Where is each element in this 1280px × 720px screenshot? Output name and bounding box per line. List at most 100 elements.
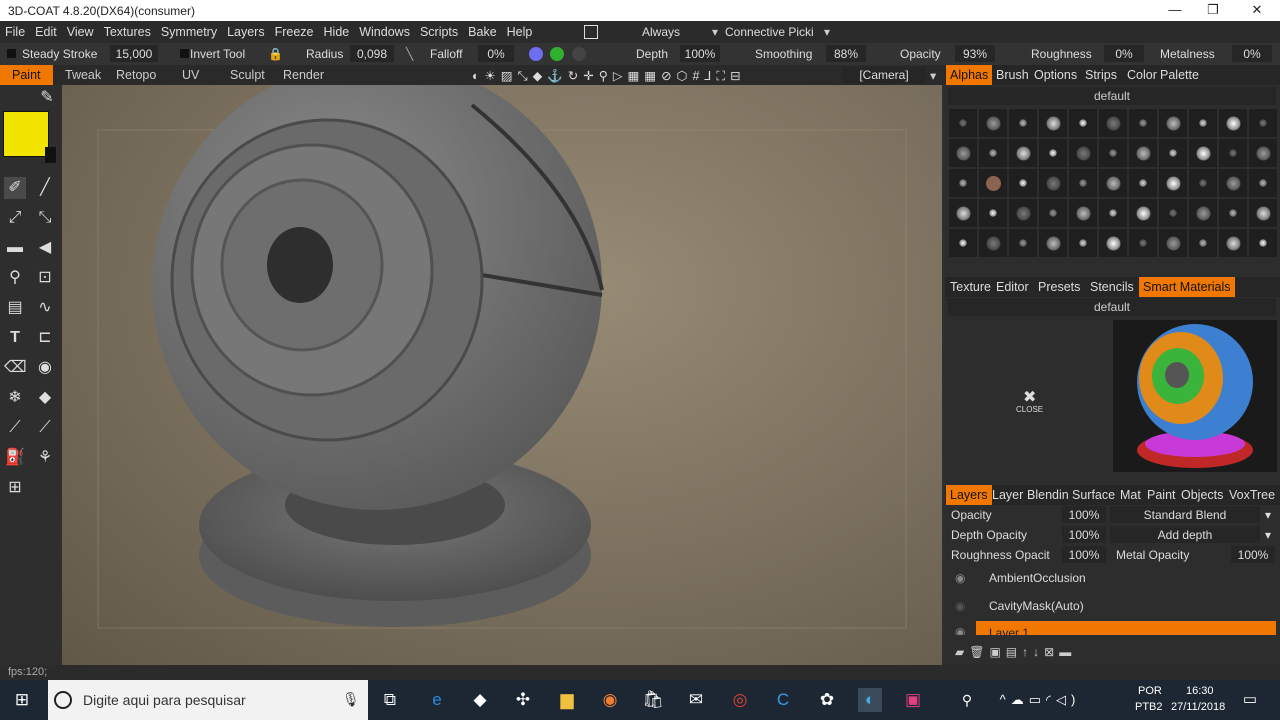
tab-layer[interactable]: Layer xyxy=(992,488,1023,502)
alpha-thumbnail[interactable] xyxy=(1159,169,1187,197)
alpha-thumbnail[interactable] xyxy=(1099,109,1127,137)
always-dropdown[interactable]: Always xyxy=(642,25,680,39)
picker-tool-icon[interactable]: ⟋ xyxy=(4,417,26,439)
3dcoat-icon[interactable]: ◐ xyxy=(858,688,882,712)
airbrush-tool-icon[interactable]: ⤢ xyxy=(4,207,26,229)
alpha-thumbnail[interactable] xyxy=(1069,169,1097,197)
alpha-thumbnail[interactable] xyxy=(1249,199,1277,227)
chrome-icon[interactable]: ◎ xyxy=(728,688,752,712)
blender-icon[interactable]: ◉ xyxy=(598,688,622,712)
alpha-thumbnail[interactable] xyxy=(1159,199,1187,227)
alpha-thumbnail[interactable] xyxy=(949,169,977,197)
menu-freeze[interactable]: Freeze xyxy=(270,21,319,43)
alpha-thumbnail[interactable] xyxy=(1069,229,1097,257)
opacity-input[interactable]: 93% xyxy=(955,45,995,62)
tab-paint-layers[interactable]: Paint xyxy=(1147,488,1176,502)
tab-mat[interactable]: Mat xyxy=(1120,488,1141,502)
alpha-thumbnail[interactable] xyxy=(1009,169,1037,197)
color-sphere-icon[interactable] xyxy=(550,47,564,61)
mail-icon[interactable]: ✉ xyxy=(684,688,708,712)
tab-strips[interactable]: Strips xyxy=(1085,68,1117,82)
ccleaner-icon[interactable]: C xyxy=(771,688,795,712)
alpha-thumbnail[interactable] xyxy=(949,229,977,257)
tab-options[interactable]: Options xyxy=(1034,68,1077,82)
alpha-thumbnail[interactable] xyxy=(1189,139,1217,167)
stamp-tool-icon[interactable]: ⚲ xyxy=(4,267,26,289)
alpha-thumbnail[interactable] xyxy=(1009,229,1037,257)
alpha-thumbnail[interactable] xyxy=(1219,169,1247,197)
store-icon[interactable]: 🛍 xyxy=(641,688,665,712)
alpha-thumbnail[interactable] xyxy=(1249,229,1277,257)
alpha-thumbnail[interactable] xyxy=(1189,229,1217,257)
clock-date[interactable]: 27/11/2018 xyxy=(1171,701,1225,713)
butterfly-tool-icon[interactable]: ⚘ xyxy=(34,447,56,469)
alpha-thumbnail[interactable] xyxy=(1129,109,1157,137)
tab-editor[interactable]: Editor xyxy=(996,280,1029,294)
alpha-thumbnail[interactable] xyxy=(1069,109,1097,137)
alpha-thumbnail[interactable] xyxy=(1009,139,1037,167)
falloff-input[interactable]: 0% xyxy=(478,45,514,62)
pen-pressure-icon[interactable]: 🔒 xyxy=(268,47,283,61)
windows-start-icon[interactable]: ⊞ xyxy=(10,688,34,712)
alpha-thumbnail[interactable] xyxy=(1249,109,1277,137)
tab-render[interactable]: Render xyxy=(283,68,324,82)
alpha-thumbnail[interactable] xyxy=(979,139,1007,167)
menu-file[interactable]: File xyxy=(0,21,30,43)
depth-opacity-input[interactable]: 100% xyxy=(1062,526,1106,543)
alpha-thumbnail[interactable] xyxy=(1189,169,1217,197)
alpha-thumbnail[interactable] xyxy=(979,199,1007,227)
system-tray-icons[interactable]: ^☁▭◜◁) xyxy=(990,688,1090,712)
metal-opacity-input[interactable]: 100% xyxy=(1231,546,1275,563)
page-tool-icon[interactable]: ▤ xyxy=(4,297,26,319)
eye-icon[interactable]: ◉ xyxy=(955,571,965,585)
tab-presets[interactable]: Presets xyxy=(1038,280,1080,294)
menu-view[interactable]: View xyxy=(62,21,99,43)
alpha-thumbnail[interactable] xyxy=(1189,199,1217,227)
alpha-thumbnail[interactable] xyxy=(979,229,1007,257)
always-checkbox[interactable] xyxy=(584,25,598,39)
brush-icon[interactable]: ✎ xyxy=(36,87,58,109)
eye-tool-icon[interactable]: ◉ xyxy=(34,357,56,379)
steady-stroke-checkbox[interactable] xyxy=(7,49,16,58)
task-view-icon[interactable]: ⧉ xyxy=(378,688,402,712)
keyboard-layout[interactable]: PTB2 xyxy=(1135,701,1163,713)
alphas-preset-dropdown[interactable]: default xyxy=(948,87,1276,105)
alpha-thumbnail[interactable] xyxy=(1039,109,1067,137)
alpha-thumbnail[interactable] xyxy=(1129,229,1157,257)
brush-icon[interactable]: ╲ xyxy=(406,47,413,61)
blend-mode-dropdown[interactable]: Standard Blend xyxy=(1110,506,1260,523)
alpha-thumbnail[interactable] xyxy=(1219,229,1247,257)
close-label[interactable]: CLOSE xyxy=(1016,405,1043,414)
iron-tool-icon[interactable]: ⛽ xyxy=(4,447,26,469)
paint-brush-tool-icon[interactable]: ✐ xyxy=(4,177,26,199)
alpha-thumbnail[interactable] xyxy=(1069,139,1097,167)
menu-scripts[interactable]: Scripts xyxy=(415,21,463,43)
chevron-down-icon[interactable]: ▾ xyxy=(824,25,830,39)
roughness-input[interactable]: 0% xyxy=(1104,45,1144,62)
tab-palette[interactable]: Palette xyxy=(1160,68,1199,82)
eye-icon[interactable]: ◉ xyxy=(955,625,965,635)
alpha-thumbnail[interactable] xyxy=(1039,169,1067,197)
material-sphere-icon[interactable] xyxy=(529,47,543,61)
alpha-thumbnail[interactable] xyxy=(1129,139,1157,167)
minimize-button[interactable]: — xyxy=(1160,2,1190,17)
tab-sculpt[interactable]: Sculpt xyxy=(230,68,265,82)
viewport-toolbar-icons[interactable]: ◐☀▨⤡◆⚓↻✛⚲▷▦▦⊘⬡#⅃⛶⊟ xyxy=(472,68,746,84)
gloss-sphere-icon[interactable] xyxy=(572,47,586,61)
alpha-thumbnail[interactable] xyxy=(1099,139,1127,167)
smart-material-preview[interactable] xyxy=(1113,320,1277,472)
tab-tweak[interactable]: Tweak xyxy=(65,68,101,82)
alpha-thumbnail[interactable] xyxy=(1249,139,1277,167)
text-frame-tool-icon[interactable]: ⊏ xyxy=(34,327,56,349)
chevron-down-icon[interactable]: ▾ xyxy=(712,25,718,39)
measure-tool-icon[interactable]: ⊞ xyxy=(4,477,26,499)
alpha-thumbnail[interactable] xyxy=(949,139,977,167)
alpha-thumbnail[interactable] xyxy=(1159,109,1187,137)
chevron-down-icon[interactable]: ▾ xyxy=(1265,508,1271,522)
tab-texture[interactable]: Texture xyxy=(950,280,991,294)
smudge-tool-icon[interactable]: ▬ xyxy=(4,237,26,259)
file-explorer-icon[interactable]: ▆ xyxy=(555,688,579,712)
layer-row[interactable]: ◉ AmbientOcclusion xyxy=(945,565,1280,593)
tab-objects[interactable]: Objects xyxy=(1181,488,1223,502)
curve-tool-icon[interactable]: ∿ xyxy=(34,297,56,319)
